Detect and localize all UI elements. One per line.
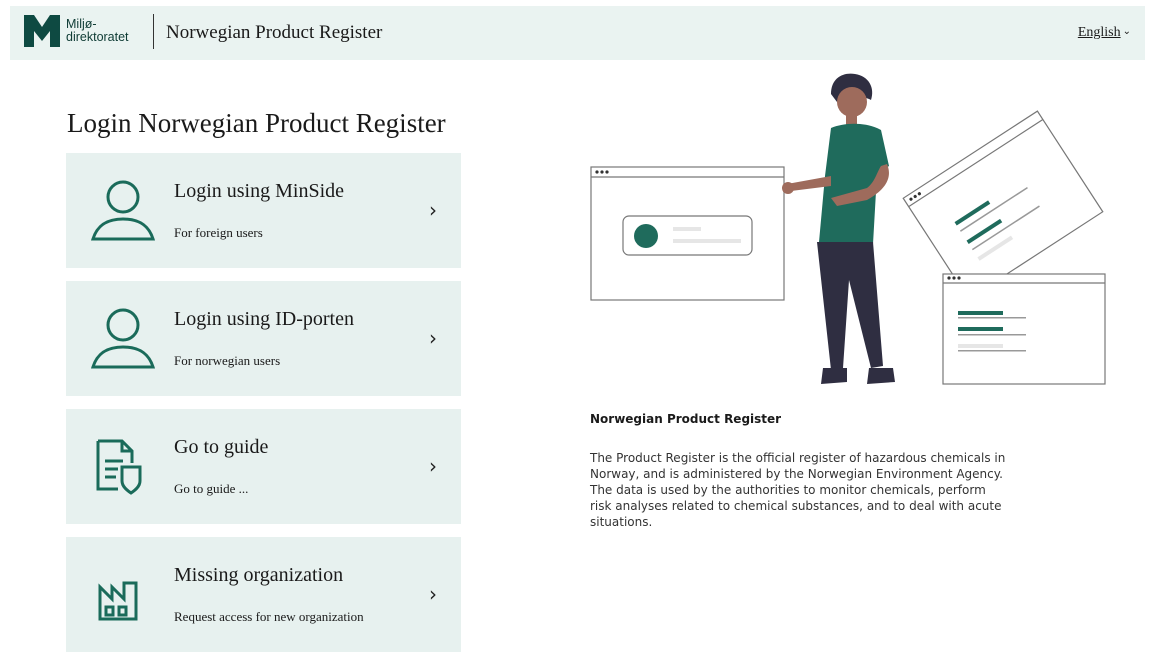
chevron-right-icon: › — [429, 454, 437, 478]
card-subtitle: Go to guide ... — [174, 481, 249, 496]
info-description: The Product Register is the official reg… — [590, 451, 1006, 529]
card-subtitle: Request access for new organization — [174, 609, 364, 624]
missing-organization-card[interactable]: Missing organization Request access for … — [66, 537, 461, 652]
chevron-right-icon: › — [429, 582, 437, 606]
card-subtitle: For norwegian users — [174, 353, 281, 368]
person-with-windows-illustration — [590, 73, 1106, 385]
info-title: Norwegian Product Register — [590, 412, 782, 426]
card-title: Login using ID-porten — [174, 308, 354, 330]
card-title: Login using MinSide — [174, 180, 345, 202]
person-figure-icon — [782, 73, 895, 384]
card-title: Go to guide — [174, 436, 269, 458]
logo-text: Miljø- direktoratet — [66, 18, 129, 44]
chevron-right-icon: › — [429, 198, 437, 222]
login-minside-card[interactable]: Login using MinSide For foreign users › — [66, 153, 461, 268]
browser-window-left-icon — [590, 166, 785, 301]
logo-line-2: direktoratet — [66, 30, 129, 44]
factory-icon — [98, 581, 138, 621]
miljodirektoratet-logo-icon[interactable] — [24, 15, 60, 47]
card-title: Missing organization — [174, 564, 344, 586]
document-shield-icon — [96, 439, 142, 495]
card-subtitle: For foreign users — [174, 225, 263, 240]
language-label: English — [1077, 25, 1121, 40]
browser-window-tilted-icon — [902, 110, 1104, 300]
header-divider — [153, 14, 154, 49]
login-idporten-card[interactable]: Login using ID-porten For norwegian user… — [66, 281, 461, 396]
language-selector[interactable]: English ⌄ — [1078, 25, 1131, 41]
top-header: Miljø- direktoratet Norwegian Product Re… — [10, 6, 1145, 60]
browser-window-right-icon — [942, 273, 1106, 385]
user-icon — [90, 180, 156, 241]
chevron-right-icon: › — [429, 326, 437, 350]
app-title: Norwegian Product Register — [166, 22, 383, 43]
user-icon — [90, 308, 156, 369]
guide-card[interactable]: Go to guide Go to guide ... › — [66, 409, 461, 524]
chevron-down-icon: ⌄ — [1122, 26, 1131, 37]
page-title: Login Norwegian Product Register — [67, 108, 446, 138]
